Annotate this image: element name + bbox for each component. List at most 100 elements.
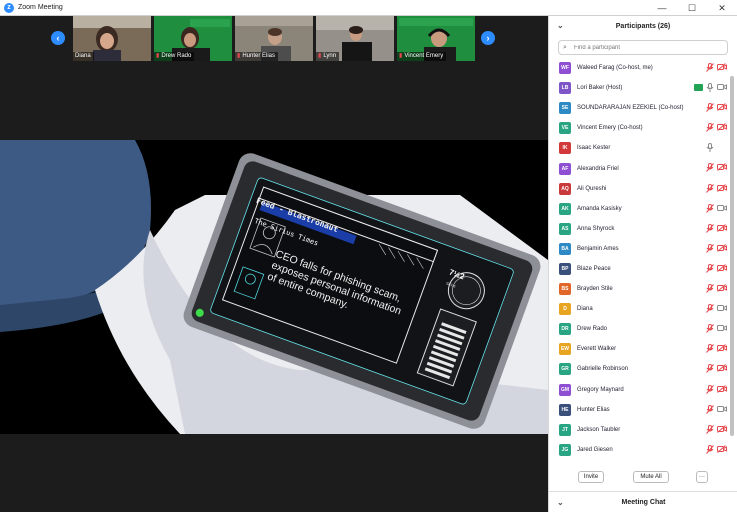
meeting-chat-header[interactable]: ⌄ Meeting Chat bbox=[549, 491, 737, 512]
participant-avatar: VE bbox=[559, 122, 571, 135]
participant-avatar: AF bbox=[559, 162, 571, 175]
participant-avatar: AS bbox=[559, 222, 571, 235]
meeting-chat-title: Meeting Chat bbox=[621, 498, 666, 506]
participant-name: Gabrielle Robinson bbox=[577, 366, 629, 373]
gallery-prev-button[interactable]: ‹ bbox=[51, 31, 65, 45]
participant-row[interactable]: D Diana bbox=[549, 299, 729, 319]
muted-mic-icon[interactable] bbox=[706, 263, 714, 274]
gallery-next-button[interactable]: › bbox=[481, 31, 495, 45]
video-off-icon[interactable] bbox=[717, 384, 727, 395]
video-off-icon[interactable] bbox=[717, 344, 727, 354]
participant-row[interactable]: AK Amanda Kasisky bbox=[549, 199, 729, 219]
video-thumb-lynn[interactable]: ▮ Lynn bbox=[316, 16, 394, 61]
video-off-icon[interactable] bbox=[717, 163, 727, 173]
muted-mic-icon[interactable] bbox=[706, 63, 714, 73]
video-icon[interactable] bbox=[717, 324, 727, 334]
invite-button[interactable]: Invite bbox=[578, 471, 604, 483]
participant-row[interactable]: VE Vincent Emery (Co-host) bbox=[549, 118, 729, 138]
participant-avatar: DR bbox=[559, 323, 571, 336]
thumb-name-label: ▮ Hunter Elias bbox=[235, 52, 278, 61]
muted-mic-icon[interactable] bbox=[706, 243, 714, 254]
participant-avatar: GR bbox=[559, 363, 571, 376]
video-off-icon[interactable] bbox=[717, 243, 727, 254]
participant-name: Amanda Kasisky bbox=[577, 205, 622, 212]
muted-mic-icon[interactable] bbox=[706, 424, 714, 435]
participant-name: Brayden Stile bbox=[577, 286, 613, 293]
participant-row[interactable]: DR Drew Rado bbox=[549, 319, 729, 339]
participant-row[interactable]: BA Benjamin Ames bbox=[549, 239, 729, 259]
participant-row[interactable]: LB Lori Baker (Host) bbox=[549, 78, 729, 98]
video-icon[interactable] bbox=[717, 204, 727, 214]
participants-panel: ⌄ Participants (26) ⌕ WF Waleed Farag (Co… bbox=[548, 16, 737, 512]
participant-row[interactable]: WF Waleed Farag (Co-host, me) bbox=[549, 58, 729, 78]
participant-name: Jackson Taubler bbox=[577, 426, 621, 433]
video-icon[interactable] bbox=[717, 405, 727, 415]
participant-row[interactable]: EW Everett Walker bbox=[549, 339, 729, 359]
expand-chevron-icon[interactable]: ⌄ bbox=[557, 498, 564, 507]
muted-mic-icon[interactable] bbox=[706, 203, 714, 214]
video-off-icon[interactable] bbox=[717, 364, 727, 374]
muted-mic-icon[interactable] bbox=[706, 223, 714, 234]
video-icon[interactable] bbox=[717, 83, 727, 93]
video-off-icon[interactable] bbox=[717, 103, 727, 113]
gallery-strip: Diana ▮ Drew Rado ▮ Hunter Elias ▮ Lynn … bbox=[73, 16, 476, 62]
muted-mic-icon[interactable] bbox=[706, 284, 714, 294]
close-button[interactable]: ✕ bbox=[707, 0, 737, 16]
video-off-icon[interactable] bbox=[717, 284, 727, 294]
participant-row[interactable]: IK Isaac Kester bbox=[549, 138, 729, 158]
video-off-icon[interactable] bbox=[717, 63, 727, 73]
muted-mic-icon[interactable] bbox=[706, 183, 714, 194]
participant-row[interactable]: AF Alexandria Friel bbox=[549, 158, 729, 178]
mute-all-button[interactable]: Mute All bbox=[633, 471, 669, 483]
video-off-icon[interactable] bbox=[717, 123, 727, 133]
participant-row[interactable]: GM Gregory Maynard bbox=[549, 380, 729, 400]
participant-scrollbar[interactable] bbox=[730, 58, 734, 476]
participant-row[interactable]: SE SOUNDARARAJAN EZEKIEL (Co-host) bbox=[549, 98, 729, 118]
video-off-icon[interactable] bbox=[717, 183, 727, 194]
participant-row[interactable]: AQ Ali Qureshi bbox=[549, 179, 729, 199]
muted-mic-icon[interactable] bbox=[706, 404, 714, 415]
search-input[interactable] bbox=[574, 44, 724, 51]
video-thumb-hunter-elias[interactable]: ▮ Hunter Elias bbox=[235, 16, 313, 61]
thumb-name-label: ▮ Drew Rado bbox=[154, 52, 195, 61]
minimize-button[interactable]: — bbox=[647, 0, 677, 16]
participant-row[interactable]: JT Jackson Taubler bbox=[549, 420, 729, 440]
participants-footer: Invite Mute All ··· bbox=[549, 466, 737, 488]
maximize-button[interactable]: ☐ bbox=[677, 0, 707, 16]
participant-avatar: JG bbox=[559, 443, 571, 456]
mic-icon[interactable] bbox=[706, 143, 714, 153]
video-off-icon[interactable] bbox=[717, 424, 727, 435]
muted-mic-icon[interactable] bbox=[706, 444, 714, 455]
participant-row[interactable]: BS Brayden Stile bbox=[549, 279, 729, 299]
participant-row[interactable]: GR Gabrielle Robinson bbox=[549, 359, 729, 379]
muted-mic-icon[interactable] bbox=[706, 304, 714, 314]
video-off-icon[interactable] bbox=[717, 264, 727, 274]
muted-mic-icon[interactable] bbox=[706, 103, 714, 113]
window-title: Zoom Meeting bbox=[18, 4, 63, 11]
participant-avatar: GM bbox=[559, 383, 571, 396]
participant-row[interactable]: HE Hunter Elias bbox=[549, 400, 729, 420]
muted-mic-icon[interactable] bbox=[706, 324, 714, 334]
muted-mic-icon[interactable] bbox=[706, 344, 714, 354]
muted-mic-icon[interactable] bbox=[706, 123, 714, 133]
muted-mic-icon[interactable] bbox=[706, 163, 714, 173]
video-off-icon[interactable] bbox=[717, 223, 727, 234]
participant-avatar: JT bbox=[559, 423, 571, 436]
collapse-chevron-icon[interactable]: ⌄ bbox=[557, 21, 564, 30]
video-off-icon[interactable] bbox=[717, 444, 727, 455]
muted-mic-icon[interactable] bbox=[706, 364, 714, 374]
muted-mic-icon[interactable] bbox=[706, 384, 714, 395]
participants-header: ⌄ Participants (26) bbox=[549, 16, 737, 36]
participant-search[interactable]: ⌕ bbox=[558, 40, 728, 55]
participant-row[interactable]: AS Anna Shyrock bbox=[549, 219, 729, 239]
scroll-thumb[interactable] bbox=[730, 76, 734, 436]
video-icon[interactable] bbox=[717, 304, 727, 314]
mic-icon[interactable] bbox=[706, 83, 714, 93]
more-options-button[interactable]: ··· bbox=[696, 471, 708, 483]
video-thumb-drew-rado[interactable]: ▮ Drew Rado bbox=[154, 16, 232, 61]
participant-row[interactable]: JG Jared Giesen bbox=[549, 440, 729, 460]
participant-avatar: D bbox=[559, 303, 571, 316]
video-thumb-vincent-emery[interactable]: ▮ Vincent Emery bbox=[397, 16, 475, 61]
video-thumb-diana[interactable]: Diana bbox=[73, 16, 151, 61]
participant-row[interactable]: BP Blaze Peace bbox=[549, 259, 729, 279]
